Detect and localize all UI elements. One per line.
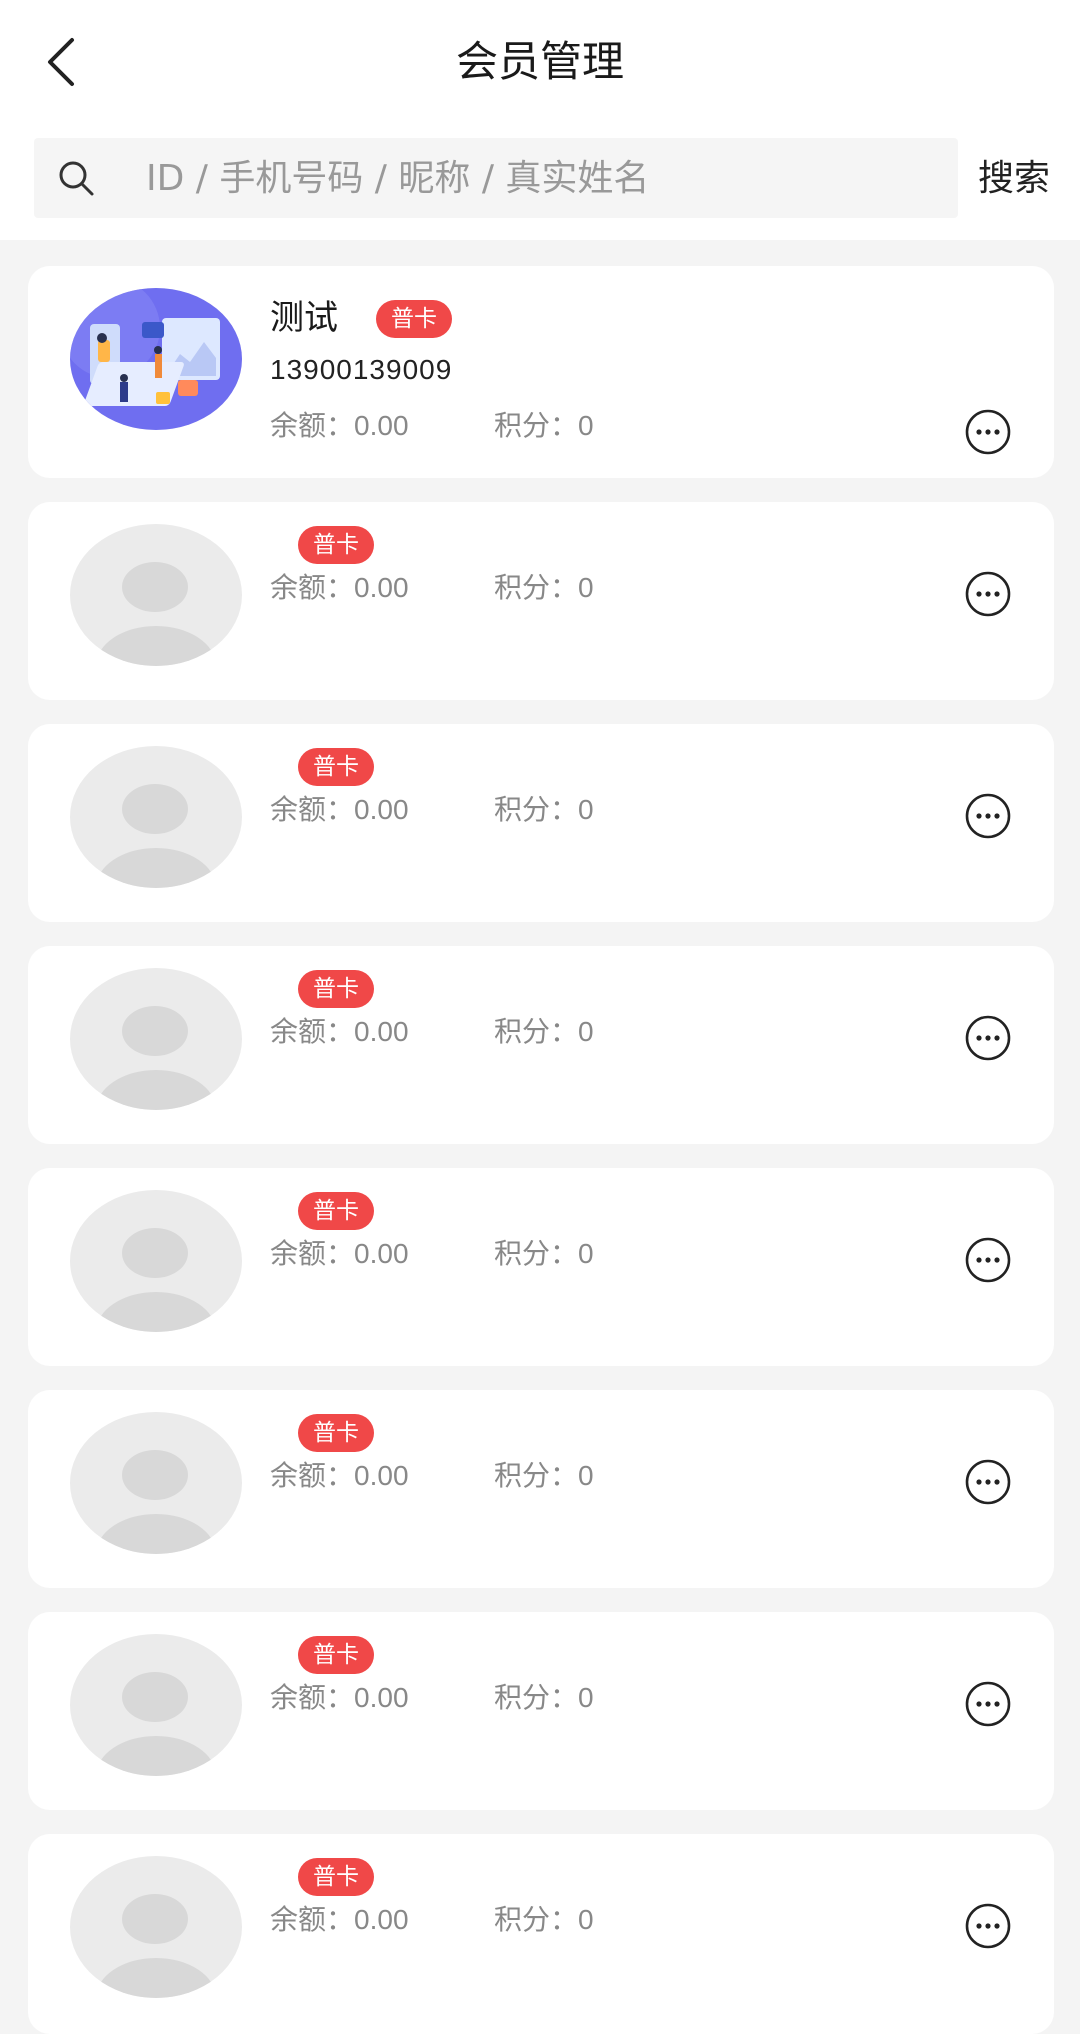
search-input[interactable] xyxy=(112,138,932,218)
member-balance-value: 0.00 xyxy=(354,794,409,825)
member-card[interactable]: 普卡余额：0.00 积分：0 xyxy=(28,1612,1054,1810)
member-points: 积分：0 xyxy=(494,1900,594,1940)
avatar-body-shape xyxy=(96,1958,216,1998)
member-balance: 余额：0.00 xyxy=(270,568,409,608)
default-avatar xyxy=(70,968,242,1110)
member-points-label: 积分： xyxy=(494,409,579,442)
member-points: 积分：0 xyxy=(494,790,594,830)
more-options-icon[interactable] xyxy=(964,1236,1012,1284)
member-balance-value: 0.00 xyxy=(354,1238,409,1269)
member-balance: 余额：0.00 xyxy=(270,790,409,830)
member-balance-label: 余额： xyxy=(270,1015,355,1048)
search-box[interactable] xyxy=(34,138,958,218)
avatar xyxy=(70,288,242,430)
member-points: 积分：0 xyxy=(494,568,594,608)
member-card[interactable]: 普卡余额：0.00 积分：0 xyxy=(28,1390,1054,1588)
member-points: 积分：0 xyxy=(494,406,594,446)
member-balance-value: 0.00 xyxy=(354,1016,409,1047)
more-options-icon[interactable] xyxy=(964,570,1012,618)
member-balance: 余额：0.00 xyxy=(270,406,409,446)
avatar-body-shape xyxy=(96,1070,216,1110)
avatar-head-shape xyxy=(122,1228,188,1278)
more-options-icon[interactable] xyxy=(964,1014,1012,1062)
avatar-head-shape xyxy=(122,1894,188,1944)
card-level-badge: 普卡 xyxy=(298,526,374,564)
member-points-value: 0 xyxy=(578,410,594,441)
search-icon xyxy=(59,161,94,196)
avatar-body-shape xyxy=(96,1292,216,1332)
avatar-head-shape xyxy=(122,1450,188,1500)
page-title: 会员管理 xyxy=(455,37,624,86)
avatar-head-shape xyxy=(122,562,188,612)
member-balance-label: 余额： xyxy=(270,1459,355,1492)
member-balance-label: 余额： xyxy=(270,571,355,604)
card-level-badge: 普卡 xyxy=(376,300,452,338)
member-balance-label: 余额： xyxy=(270,793,355,826)
member-points-label: 积分： xyxy=(494,1681,579,1714)
member-card[interactable]: 普卡余额：0.00 积分：0 xyxy=(28,1834,1054,2034)
member-points: 积分：0 xyxy=(494,1012,594,1052)
member-balance-value: 0.00 xyxy=(354,572,409,603)
card-level-badge: 普卡 xyxy=(298,970,374,1008)
member-card[interactable]: 普卡余额：0.00 积分：0 xyxy=(28,946,1054,1144)
avatar-head-shape xyxy=(122,1006,188,1056)
member-balance-label: 余额： xyxy=(270,1237,355,1270)
member-points-value: 0 xyxy=(578,1238,594,1269)
avatar-body-shape xyxy=(96,626,216,666)
member-name: 测试 xyxy=(270,298,338,338)
member-phone: 13900139009 xyxy=(270,354,453,385)
card-level-badge: 普卡 xyxy=(298,1192,374,1230)
card-level-badge: 普卡 xyxy=(298,1414,374,1452)
member-card[interactable]: 普卡余额：0.00 积分：0 xyxy=(28,1168,1054,1366)
member-points-label: 积分： xyxy=(494,1015,579,1048)
default-avatar xyxy=(70,746,242,888)
avatar-body-shape xyxy=(96,1736,216,1776)
member-points-value: 0 xyxy=(578,572,594,603)
more-options-icon[interactable] xyxy=(964,1458,1012,1506)
member-balance-value: 0.00 xyxy=(354,410,409,441)
default-avatar xyxy=(70,1412,242,1554)
search-button[interactable]: 搜索 xyxy=(978,148,1074,210)
card-level-badge: 普卡 xyxy=(298,748,374,786)
default-avatar xyxy=(70,1856,242,1998)
more-options-icon[interactable] xyxy=(964,792,1012,840)
avatar-body-shape xyxy=(96,848,216,888)
card-level-badge: 普卡 xyxy=(298,1636,374,1674)
member-points: 积分：0 xyxy=(494,1234,594,1274)
member-points-label: 积分： xyxy=(494,1237,579,1270)
member-balance: 余额：0.00 xyxy=(270,1012,409,1052)
more-options-icon[interactable] xyxy=(964,1902,1012,1950)
member-points-value: 0 xyxy=(578,794,594,825)
default-avatar xyxy=(70,524,242,666)
member-balance: 余额：0.00 xyxy=(270,1456,409,1496)
member-points: 积分：0 xyxy=(494,1456,594,1496)
member-points-value: 0 xyxy=(578,1460,594,1491)
member-card[interactable]: 普卡余额：0.00 积分：0 xyxy=(28,724,1054,922)
avatar-illustration xyxy=(70,288,242,430)
member-balance: 余额：0.00 xyxy=(270,1900,409,1940)
member-balance: 余额：0.00 xyxy=(270,1234,409,1274)
member-balance-label: 余额： xyxy=(270,1681,355,1714)
header-bar: 会员管理 搜索 xyxy=(0,0,1080,240)
member-points-label: 积分： xyxy=(494,1459,579,1492)
member-points-value: 0 xyxy=(578,1682,594,1713)
member-points-label: 积分： xyxy=(494,793,579,826)
more-options-icon[interactable] xyxy=(964,1680,1012,1728)
member-points-label: 积分： xyxy=(494,571,579,604)
card-level-badge: 普卡 xyxy=(298,1858,374,1896)
avatar-head-shape xyxy=(122,1672,188,1722)
member-card[interactable]: 普卡余额：0.00 积分：0 xyxy=(28,502,1054,700)
more-options-icon[interactable] xyxy=(964,408,1012,456)
avatar-body-shape xyxy=(96,1514,216,1554)
default-avatar xyxy=(70,1634,242,1776)
member-points: 积分：0 xyxy=(494,1678,594,1718)
member-balance-value: 0.00 xyxy=(354,1682,409,1713)
default-avatar xyxy=(70,1190,242,1332)
member-card[interactable]: 测试 13900139009 普卡余额：0.00 积分：0 xyxy=(28,266,1054,478)
member-points-value: 0 xyxy=(578,1016,594,1047)
avatar-head-shape xyxy=(122,784,188,834)
member-balance-value: 0.00 xyxy=(354,1460,409,1491)
member-balance: 余额：0.00 xyxy=(270,1678,409,1718)
member-balance-label: 余额： xyxy=(270,409,355,442)
